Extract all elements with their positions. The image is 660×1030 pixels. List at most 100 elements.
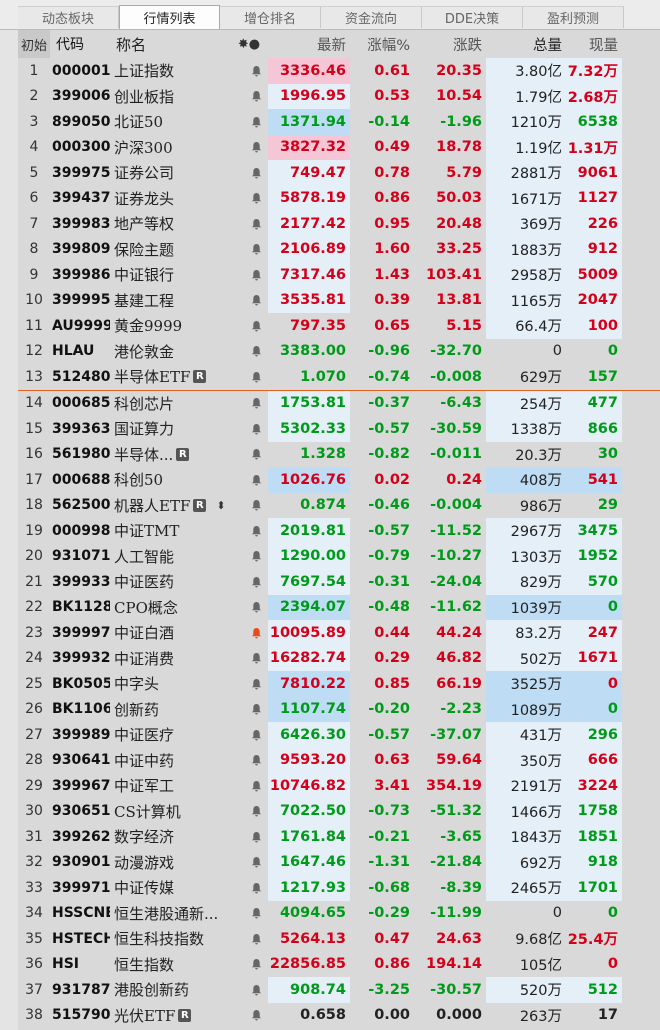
col-header-icons[interactable]: ✸● (230, 30, 268, 58)
table-row[interactable]: 22 BK1128 CPO概念 2394.07 -0.48 -11.62 1039万 0 (18, 594, 660, 621)
bell-icon[interactable] (230, 875, 268, 901)
bell-icon[interactable] (230, 620, 268, 646)
table-row[interactable]: 20 931071 人工智能 1290.00 -0.79 -10.27 1303万 1952 (18, 543, 660, 570)
table-row[interactable]: 13 512480 半导体ETF R 1.070 -0.74 -0.008 629万 157 (18, 364, 660, 390)
bell-icon[interactable] (230, 84, 268, 110)
table-row[interactable]: 14 000685 科创芯片 1753.81 -0.37 -6.43 254万 477 (18, 390, 660, 417)
table-row[interactable]: 10 399995 基建工程 3535.81 0.39 13.81 1165万 2047 (18, 287, 660, 314)
bell-icon[interactable] (230, 160, 268, 186)
bell-icon[interactable] (230, 748, 268, 774)
table-row[interactable]: 30 930651 CS计算机 7022.50 -0.73 -51.32 1466万 1758 (18, 798, 660, 825)
table-row[interactable]: 25 BK0505 中字头 7810.22 0.85 66.19 3525万 0 (18, 671, 660, 697)
col-header-index[interactable]: 初始 (18, 30, 50, 58)
bell-icon[interactable] (230, 1003, 268, 1029)
table-row[interactable]: 28 930641 中证中药 9593.20 0.63 59.64 350万 666 (18, 747, 660, 774)
bell-icon[interactable] (230, 211, 268, 237)
col-header-price[interactable]: 最新 (268, 30, 350, 58)
bell-icon[interactable] (230, 109, 268, 135)
bell-icon[interactable] (230, 901, 268, 927)
bell-icon[interactable] (230, 595, 268, 621)
table-row[interactable]: 5 399975 证券公司 749.47 0.78 5.79 2881万 9061 (18, 160, 660, 186)
bell-icon[interactable] (230, 799, 268, 825)
bell-icon[interactable] (230, 339, 268, 365)
table-row[interactable]: 21 399933 中证医药 7697.54 -0.31 -24.04 829万 570 (18, 569, 660, 595)
bell-icon[interactable] (230, 313, 268, 339)
table-row[interactable]: 19 000998 中证TMT 2019.81 -0.57 -11.52 2967万 3475 (18, 518, 660, 544)
table-row[interactable]: 32 930901 动漫游戏 1647.46 -1.31 -21.84 692万 918 (18, 849, 660, 876)
col-header-pct[interactable]: 涨幅% (350, 30, 414, 58)
col-header-code[interactable]: 代码 (50, 30, 110, 58)
bell-icon[interactable] (230, 977, 268, 1003)
col-header-name[interactable]: 称名 (110, 30, 230, 58)
row-volume: 105亿 (519, 957, 562, 974)
table-row[interactable]: 16 561980 半导体... R 1.328 -0.82 -0.011 20.3万 30 (18, 442, 660, 468)
table-row[interactable]: 29 399967 中证军工 10746.82 3.41 354.19 2191万 3224 (18, 773, 660, 799)
bell-icon[interactable] (230, 697, 268, 723)
table-row[interactable]: 31 399262 数字经济 1761.84 -0.21 -3.65 1843万 1851 (18, 824, 660, 850)
bell-icon[interactable] (230, 722, 268, 748)
bell-icon[interactable] (230, 288, 268, 314)
table-row[interactable]: 26 BK1106 创新药 1107.74 -0.20 -2.23 1089万 0 (18, 696, 660, 723)
table-row[interactable]: 7 399983 地产等权 2177.42 0.95 20.48 369万 226 (18, 211, 660, 237)
bell-icon[interactable] (230, 391, 268, 417)
col-header-current-volume[interactable]: 现量 (566, 30, 622, 58)
bell-icon[interactable] (230, 824, 268, 850)
tab-5[interactable]: 盈利预测 (523, 6, 624, 28)
bell-icon[interactable] (230, 544, 268, 570)
table-row[interactable]: 11 AU9999 黄金9999 797.35 0.65 5.15 66.4万 100 (18, 313, 660, 339)
bell-icon[interactable] (230, 773, 268, 799)
row-index: 17 (25, 471, 43, 488)
bell-icon[interactable] (230, 237, 268, 263)
bell-icon[interactable] (230, 952, 268, 978)
bell-icon[interactable] (230, 493, 268, 519)
row-price: 7697.54 (268, 569, 350, 595)
table-row[interactable]: 15 399363 国证算力 5302.33 -0.57 -30.59 1338万 866 (18, 416, 660, 442)
tab-3[interactable]: 资金流向 (321, 6, 422, 28)
table-row[interactable]: 33 399971 中证传媒 1217.93 -0.68 -8.39 2465万 1701 (18, 875, 660, 901)
table-row[interactable]: 27 399989 中证医疗 6426.30 -0.57 -37.07 431万 296 (18, 722, 660, 748)
bell-icon[interactable] (230, 186, 268, 212)
row-name-text: 港伦敦金 (114, 342, 175, 361)
bell-icon[interactable] (230, 671, 268, 697)
row-current-volume: 5009 (566, 262, 622, 288)
row-volume: 431万 (486, 722, 566, 748)
bell-icon[interactable] (230, 569, 268, 595)
bell-icon[interactable] (230, 926, 268, 952)
table-row[interactable]: 8 399809 保险主题 2106.89 1.60 33.25 1883万 912 (18, 236, 660, 263)
table-row[interactable]: 38 515790 光伏ETF R 0.658 0.00 0.000 263万 17 (18, 1003, 660, 1029)
tab-0[interactable]: 动态板块 (18, 6, 119, 28)
row-name: 中字头 (110, 671, 230, 697)
r-flag-icon: R (193, 498, 207, 512)
bell-icon[interactable] (230, 518, 268, 544)
bell-icon[interactable] (230, 135, 268, 161)
table-row[interactable]: 9 399986 中证银行 7317.46 1.43 103.41 2958万 5009 (18, 262, 660, 288)
table-row[interactable]: 23 399997 中证白酒 10095.89 0.44 44.24 83.2万 247 (18, 620, 660, 646)
table-row[interactable]: 1 000001 上证指数 3336.46 0.61 20.35 3.80亿 7.32万 (18, 58, 660, 84)
table-row[interactable]: 17 000688 科创50 1026.76 0.02 0.24 408万 541 (18, 467, 660, 493)
bell-icon[interactable] (230, 58, 268, 84)
table-row[interactable]: 36 HSI 恒生指数 22856.85 0.86 194.14 105亿 0 (18, 952, 660, 978)
bell-icon[interactable] (230, 416, 268, 442)
bell-icon[interactable] (230, 442, 268, 468)
tab-1[interactable]: 行情列表 (119, 5, 220, 29)
table-row[interactable]: 2 399006 创业板指 1996.95 0.53 10.54 1.79亿 2.68万 (18, 83, 660, 110)
bell-icon[interactable] (230, 467, 268, 493)
bell-icon[interactable] (230, 364, 268, 390)
table-row[interactable]: 37 931787 港股创新药 908.74 -3.25 -30.57 520万 512 (18, 977, 660, 1003)
table-row[interactable]: 6 399437 证券龙头 5878.19 0.86 50.03 1671万 1127 (18, 185, 660, 212)
tab-2[interactable]: 增仓排名 (220, 6, 321, 28)
table-row[interactable]: 24 399932 中证消费 16282.74 0.29 46.82 502万 1671 (18, 645, 660, 672)
table-row[interactable]: 12 HLAU 港伦敦金 3383.00 -0.96 -32.70 0 0 (18, 339, 660, 365)
table-row[interactable]: 4 000300 沪深300 3827.32 0.49 18.78 1.19亿 1.31万 (18, 134, 660, 161)
table-row[interactable]: 3 899050 北证50 1371.94 -0.14 -1.96 1210万 6538 (18, 109, 660, 135)
col-header-volume[interactable]: 总量 (486, 30, 566, 58)
table-row[interactable]: 35 HSTECH 恒生科技指数 5264.13 0.47 24.63 9.68亿 25.4万 (18, 926, 660, 952)
table-row[interactable]: 34 HSSCNE 恒生港股通新... 4094.65 -0.29 -11.99 0 0 (18, 901, 660, 927)
tab-4[interactable]: DDE决策 (422, 6, 523, 28)
bell-icon[interactable] (230, 850, 268, 876)
col-header-change[interactable]: 涨跌 (414, 30, 486, 58)
bell-icon[interactable] (230, 262, 268, 288)
bell-icon[interactable] (230, 646, 268, 672)
table-row[interactable]: 18 562500 机器人ETF R ⬍ 0.874 -0.46 -0.004 986万 29 (18, 493, 660, 519)
row-price: 10095.89 (268, 620, 350, 646)
